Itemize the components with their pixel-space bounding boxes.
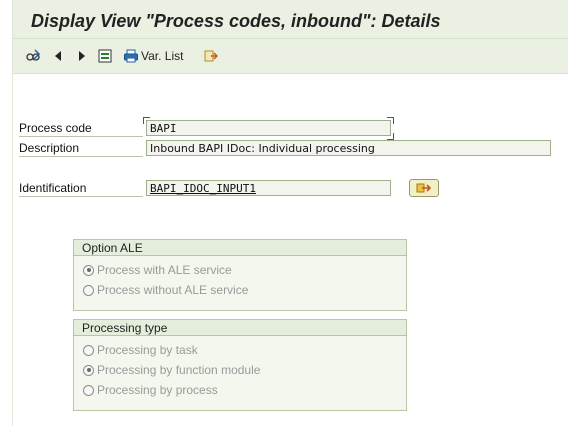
radio-processing-by-function-module[interactable]: Processing by function module [83, 361, 260, 379]
next-entry-button[interactable] [74, 47, 90, 65]
display-change-button[interactable] [25, 47, 41, 65]
radio-button-selected[interactable] [83, 364, 94, 376]
radio-button-selected[interactable] [83, 264, 94, 276]
radio-processing-by-process[interactable]: Processing by process [83, 381, 218, 399]
process-code-field[interactable]: BAPI [146, 120, 391, 136]
radio-button[interactable] [83, 344, 94, 356]
navigate-arrow-icon [416, 179, 432, 198]
option-ale-group: Option ALE Process with ALE service Proc… [73, 239, 407, 311]
radio-button[interactable] [83, 384, 94, 396]
select-block-icon [97, 48, 113, 64]
required-marker [143, 117, 150, 124]
identification-field[interactable]: BAPI_IDOC_INPUT1 [146, 180, 391, 196]
title-bar: Display View "Process codes, inbound": D… [13, 0, 568, 38]
processing-type-group: Processing type Processing by task Proce… [73, 319, 407, 411]
radio-label: Process with ALE service [97, 263, 232, 277]
radio-label: Processing by process [97, 383, 218, 397]
radio-button[interactable] [83, 284, 94, 296]
previous-arrow-icon [50, 48, 66, 64]
previous-entry-button[interactable] [50, 47, 66, 65]
printer-icon [123, 48, 139, 64]
export-button[interactable] [203, 47, 219, 65]
option-ale-title: Option ALE [74, 240, 406, 256]
radio-process-without-ale[interactable]: Process without ALE service [83, 281, 248, 299]
glasses-change-icon [25, 48, 41, 64]
description-field[interactable]: Inbound BAPI IDoc: Individual processing [146, 140, 551, 156]
processing-type-title: Processing type [74, 320, 406, 336]
next-arrow-icon [74, 48, 90, 64]
variable-list-button[interactable]: Var. List [123, 47, 183, 65]
application-toolbar: Var. List [13, 38, 568, 74]
radio-process-with-ale[interactable]: Process with ALE service [83, 261, 232, 279]
select-block-button[interactable] [97, 47, 113, 65]
radio-processing-by-task[interactable]: Processing by task [83, 341, 198, 359]
description-label: Description [19, 140, 143, 157]
page-title: Display View "Process codes, inbound": D… [31, 11, 441, 31]
radio-label: Processing by function module [97, 363, 261, 377]
export-icon [203, 48, 219, 64]
required-marker [387, 133, 394, 140]
main-window: Display View "Process codes, inbound": D… [12, 0, 568, 426]
identification-label: Identification [19, 180, 143, 197]
variable-list-label: Var. List [141, 49, 184, 63]
navigate-to-function-button[interactable] [409, 179, 439, 197]
process-code-label: Process code [19, 120, 143, 137]
radio-label: Process without ALE service [97, 283, 249, 297]
radio-label: Processing by task [97, 343, 198, 357]
required-marker [387, 117, 394, 124]
